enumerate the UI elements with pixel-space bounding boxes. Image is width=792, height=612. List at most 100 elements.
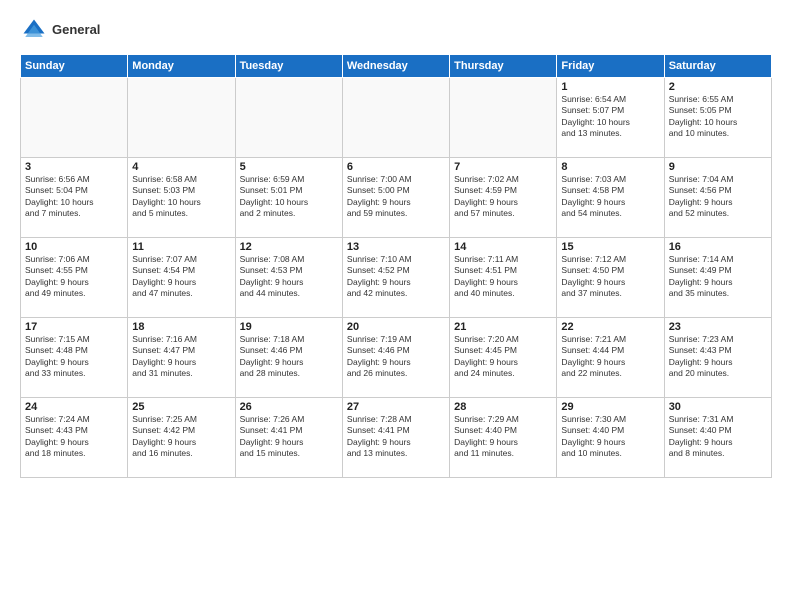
calendar-cell: 6Sunrise: 7:00 AM Sunset: 5:00 PM Daylig… xyxy=(342,158,449,238)
day-number: 11 xyxy=(132,241,230,253)
calendar-cell: 5Sunrise: 6:59 AM Sunset: 5:01 PM Daylig… xyxy=(235,158,342,238)
calendar-cell xyxy=(21,78,128,158)
day-number: 29 xyxy=(561,401,659,413)
calendar-table: SundayMondayTuesdayWednesdayThursdayFrid… xyxy=(20,54,772,478)
day-number: 28 xyxy=(454,401,552,413)
calendar-cell: 13Sunrise: 7:10 AM Sunset: 4:52 PM Dayli… xyxy=(342,238,449,318)
day-info: Sunrise: 7:29 AM Sunset: 4:40 PM Dayligh… xyxy=(454,414,552,460)
day-info: Sunrise: 7:08 AM Sunset: 4:53 PM Dayligh… xyxy=(240,254,338,300)
day-number: 23 xyxy=(669,321,767,333)
calendar-cell: 4Sunrise: 6:58 AM Sunset: 5:03 PM Daylig… xyxy=(128,158,235,238)
calendar-cell: 12Sunrise: 7:08 AM Sunset: 4:53 PM Dayli… xyxy=(235,238,342,318)
day-info: Sunrise: 7:10 AM Sunset: 4:52 PM Dayligh… xyxy=(347,254,445,300)
day-info: Sunrise: 6:59 AM Sunset: 5:01 PM Dayligh… xyxy=(240,174,338,220)
day-info: Sunrise: 7:19 AM Sunset: 4:46 PM Dayligh… xyxy=(347,334,445,380)
calendar-cell: 15Sunrise: 7:12 AM Sunset: 4:50 PM Dayli… xyxy=(557,238,664,318)
header: General xyxy=(20,16,772,44)
day-number: 7 xyxy=(454,161,552,173)
calendar-cell: 16Sunrise: 7:14 AM Sunset: 4:49 PM Dayli… xyxy=(664,238,771,318)
day-number: 3 xyxy=(25,161,123,173)
day-number: 10 xyxy=(25,241,123,253)
calendar-cell: 17Sunrise: 7:15 AM Sunset: 4:48 PM Dayli… xyxy=(21,318,128,398)
day-number: 5 xyxy=(240,161,338,173)
day-info: Sunrise: 7:00 AM Sunset: 5:00 PM Dayligh… xyxy=(347,174,445,220)
calendar-cell: 19Sunrise: 7:18 AM Sunset: 4:46 PM Dayli… xyxy=(235,318,342,398)
calendar-cell: 29Sunrise: 7:30 AM Sunset: 4:40 PM Dayli… xyxy=(557,398,664,478)
day-info: Sunrise: 7:31 AM Sunset: 4:40 PM Dayligh… xyxy=(669,414,767,460)
calendar-cell: 14Sunrise: 7:11 AM Sunset: 4:51 PM Dayli… xyxy=(450,238,557,318)
calendar-cell: 18Sunrise: 7:16 AM Sunset: 4:47 PM Dayli… xyxy=(128,318,235,398)
calendar-cell: 20Sunrise: 7:19 AM Sunset: 4:46 PM Dayli… xyxy=(342,318,449,398)
day-info: Sunrise: 6:55 AM Sunset: 5:05 PM Dayligh… xyxy=(669,94,767,140)
calendar-cell: 23Sunrise: 7:23 AM Sunset: 4:43 PM Dayli… xyxy=(664,318,771,398)
day-number: 19 xyxy=(240,321,338,333)
day-number: 21 xyxy=(454,321,552,333)
day-info: Sunrise: 7:12 AM Sunset: 4:50 PM Dayligh… xyxy=(561,254,659,300)
day-info: Sunrise: 7:04 AM Sunset: 4:56 PM Dayligh… xyxy=(669,174,767,220)
week-row-1: 1Sunrise: 6:54 AM Sunset: 5:07 PM Daylig… xyxy=(21,78,772,158)
calendar-cell xyxy=(450,78,557,158)
logo: General xyxy=(20,16,100,44)
calendar-cell: 9Sunrise: 7:04 AM Sunset: 4:56 PM Daylig… xyxy=(664,158,771,238)
day-number: 24 xyxy=(25,401,123,413)
calendar-cell: 25Sunrise: 7:25 AM Sunset: 4:42 PM Dayli… xyxy=(128,398,235,478)
day-info: Sunrise: 7:14 AM Sunset: 4:49 PM Dayligh… xyxy=(669,254,767,300)
calendar-cell: 1Sunrise: 6:54 AM Sunset: 5:07 PM Daylig… xyxy=(557,78,664,158)
day-info: Sunrise: 7:28 AM Sunset: 4:41 PM Dayligh… xyxy=(347,414,445,460)
day-info: Sunrise: 7:03 AM Sunset: 4:58 PM Dayligh… xyxy=(561,174,659,220)
day-info: Sunrise: 7:07 AM Sunset: 4:54 PM Dayligh… xyxy=(132,254,230,300)
day-number: 15 xyxy=(561,241,659,253)
column-header-sunday: Sunday xyxy=(21,55,128,78)
calendar-cell: 24Sunrise: 7:24 AM Sunset: 4:43 PM Dayli… xyxy=(21,398,128,478)
page: General SundayMondayTuesdayWednesdayThur… xyxy=(0,0,792,612)
column-header-monday: Monday xyxy=(128,55,235,78)
day-info: Sunrise: 7:25 AM Sunset: 4:42 PM Dayligh… xyxy=(132,414,230,460)
calendar-cell: 7Sunrise: 7:02 AM Sunset: 4:59 PM Daylig… xyxy=(450,158,557,238)
calendar-cell: 3Sunrise: 6:56 AM Sunset: 5:04 PM Daylig… xyxy=(21,158,128,238)
logo-general: General xyxy=(52,22,100,37)
day-info: Sunrise: 7:06 AM Sunset: 4:55 PM Dayligh… xyxy=(25,254,123,300)
calendar-cell: 8Sunrise: 7:03 AM Sunset: 4:58 PM Daylig… xyxy=(557,158,664,238)
day-number: 22 xyxy=(561,321,659,333)
logo-text: General xyxy=(52,22,100,38)
calendar-cell: 27Sunrise: 7:28 AM Sunset: 4:41 PM Dayli… xyxy=(342,398,449,478)
calendar-cell xyxy=(128,78,235,158)
column-header-friday: Friday xyxy=(557,55,664,78)
day-number: 20 xyxy=(347,321,445,333)
day-info: Sunrise: 7:23 AM Sunset: 4:43 PM Dayligh… xyxy=(669,334,767,380)
calendar-cell: 30Sunrise: 7:31 AM Sunset: 4:40 PM Dayli… xyxy=(664,398,771,478)
day-number: 12 xyxy=(240,241,338,253)
day-number: 4 xyxy=(132,161,230,173)
day-number: 16 xyxy=(669,241,767,253)
day-number: 1 xyxy=(561,81,659,93)
week-row-2: 3Sunrise: 6:56 AM Sunset: 5:04 PM Daylig… xyxy=(21,158,772,238)
calendar-cell xyxy=(235,78,342,158)
day-info: Sunrise: 6:54 AM Sunset: 5:07 PM Dayligh… xyxy=(561,94,659,140)
calendar-cell: 21Sunrise: 7:20 AM Sunset: 4:45 PM Dayli… xyxy=(450,318,557,398)
day-info: Sunrise: 7:24 AM Sunset: 4:43 PM Dayligh… xyxy=(25,414,123,460)
day-info: Sunrise: 7:26 AM Sunset: 4:41 PM Dayligh… xyxy=(240,414,338,460)
calendar-cell: 26Sunrise: 7:26 AM Sunset: 4:41 PM Dayli… xyxy=(235,398,342,478)
calendar-cell: 28Sunrise: 7:29 AM Sunset: 4:40 PM Dayli… xyxy=(450,398,557,478)
calendar-cell: 11Sunrise: 7:07 AM Sunset: 4:54 PM Dayli… xyxy=(128,238,235,318)
day-info: Sunrise: 6:56 AM Sunset: 5:04 PM Dayligh… xyxy=(25,174,123,220)
calendar-cell: 22Sunrise: 7:21 AM Sunset: 4:44 PM Dayli… xyxy=(557,318,664,398)
logo-icon xyxy=(20,16,48,44)
day-info: Sunrise: 7:21 AM Sunset: 4:44 PM Dayligh… xyxy=(561,334,659,380)
day-info: Sunrise: 6:58 AM Sunset: 5:03 PM Dayligh… xyxy=(132,174,230,220)
day-info: Sunrise: 7:11 AM Sunset: 4:51 PM Dayligh… xyxy=(454,254,552,300)
day-number: 13 xyxy=(347,241,445,253)
day-info: Sunrise: 7:15 AM Sunset: 4:48 PM Dayligh… xyxy=(25,334,123,380)
day-number: 26 xyxy=(240,401,338,413)
calendar-cell: 10Sunrise: 7:06 AM Sunset: 4:55 PM Dayli… xyxy=(21,238,128,318)
day-info: Sunrise: 7:18 AM Sunset: 4:46 PM Dayligh… xyxy=(240,334,338,380)
day-number: 9 xyxy=(669,161,767,173)
calendar-header-row: SundayMondayTuesdayWednesdayThursdayFrid… xyxy=(21,55,772,78)
column-header-saturday: Saturday xyxy=(664,55,771,78)
day-number: 6 xyxy=(347,161,445,173)
day-number: 17 xyxy=(25,321,123,333)
calendar-cell: 2Sunrise: 6:55 AM Sunset: 5:05 PM Daylig… xyxy=(664,78,771,158)
day-number: 25 xyxy=(132,401,230,413)
day-number: 18 xyxy=(132,321,230,333)
column-header-tuesday: Tuesday xyxy=(235,55,342,78)
